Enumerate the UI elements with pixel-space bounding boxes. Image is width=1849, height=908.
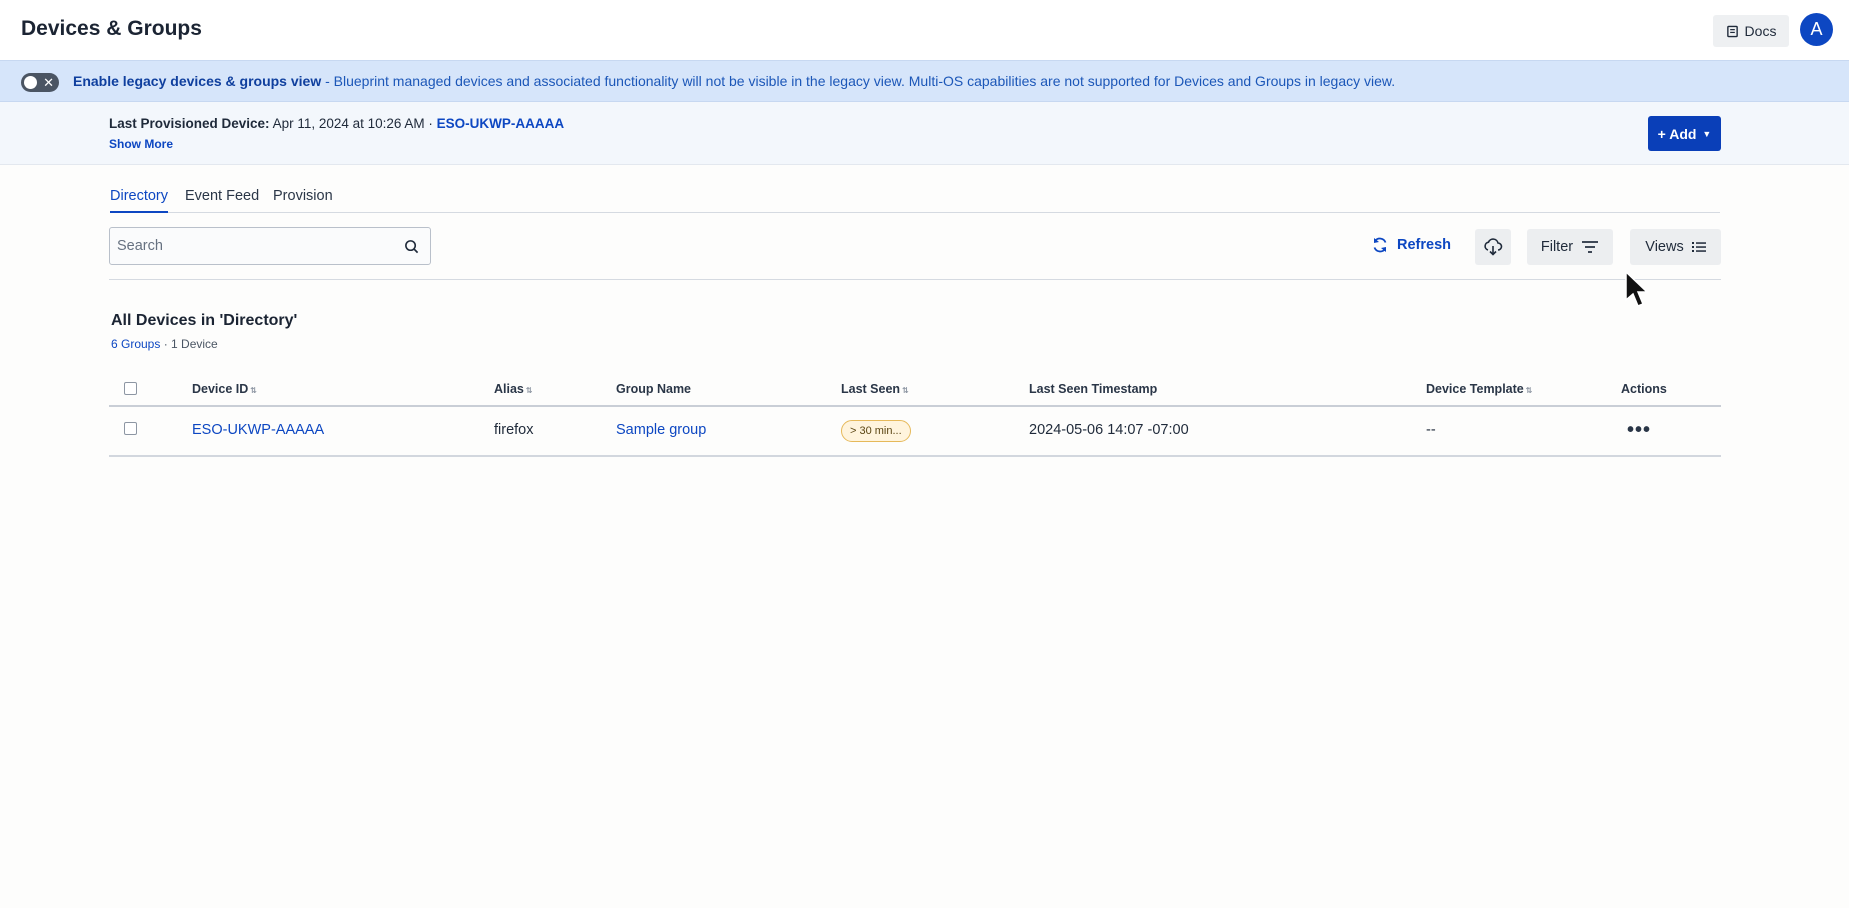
template-cell: -- [1426, 422, 1436, 438]
last-provisioned-date: Apr 11, 2024 at 10:26 AM · [269, 116, 437, 131]
alias-cell: firefox [494, 422, 534, 438]
toggle-knob [24, 76, 37, 89]
table-row: ESO-UKWP-AAAAA firefox Sample group > 30… [109, 407, 1721, 457]
add-button-label: + Add [1657, 125, 1697, 142]
banner-bold-text: Enable legacy devices & groups view [73, 73, 322, 89]
column-header-alias[interactable]: Alias ⇅ [494, 382, 533, 396]
timestamp-cell: 2024-05-06 14:07 -07:00 [1029, 422, 1189, 438]
sort-icon: ⇅ [525, 386, 533, 395]
device-count: 1 Device [171, 337, 218, 351]
last-provisioned-line: Last Provisioned Device: Apr 11, 2024 at… [109, 116, 564, 131]
search-input[interactable] [117, 238, 397, 254]
provision-bar: Last Provisioned Device: Apr 11, 2024 at… [0, 102, 1849, 165]
search-icon[interactable] [404, 239, 419, 254]
sort-icon: ⇅ [902, 386, 909, 395]
views-button[interactable]: Views [1630, 229, 1721, 265]
section-title: All Devices in 'Directory' [111, 312, 298, 329]
top-bar: Devices & Groups Docs A [0, 0, 1849, 60]
filter-label: Filter [1540, 239, 1574, 255]
groups-link[interactable]: 6 Groups [111, 337, 160, 351]
last-seen-badge: > 30 min... [841, 420, 911, 442]
refresh-button[interactable]: Refresh [1371, 236, 1451, 254]
book-icon [1726, 25, 1738, 37]
legacy-view-toggle[interactable]: ✕ [21, 73, 59, 92]
mouse-cursor-icon [1625, 270, 1648, 307]
column-header-group-name: Group Name [616, 382, 692, 396]
docs-button[interactable]: Docs [1713, 15, 1789, 47]
show-more-link[interactable]: Show More [109, 137, 173, 151]
refresh-icon [1373, 237, 1387, 253]
group-name-link[interactable]: Sample group [616, 422, 706, 438]
row-checkbox[interactable] [124, 422, 137, 435]
download-button[interactable] [1475, 229, 1511, 265]
toolbar-divider [109, 279, 1721, 280]
device-id-link[interactable]: ESO-UKWP-AAAAA [192, 422, 324, 438]
add-button[interactable]: + Add ▼ [1648, 116, 1721, 151]
filter-button[interactable]: Filter [1527, 229, 1613, 265]
cloud-download-icon [1484, 238, 1503, 256]
column-header-device-id[interactable]: Device ID ⇅ [192, 382, 257, 396]
views-label: Views [1645, 239, 1684, 255]
tab-event-feed[interactable]: Event Feed [185, 188, 259, 213]
last-provisioned-label: Last Provisioned Device: [109, 116, 270, 131]
banner-description: - Blueprint managed devices and associat… [321, 73, 1396, 89]
page-title: Devices & Groups [21, 17, 202, 40]
avatar[interactable]: A [1800, 13, 1833, 46]
devices-table: Device ID ⇅ Alias ⇅ Group Name Last Seen ⇅ … [109, 377, 1721, 457]
refresh-label: Refresh [1397, 237, 1451, 253]
docs-label: Docs [1744, 23, 1777, 39]
section-summary: 6 Groups · 1 Device [111, 337, 218, 351]
filter-icon [1582, 241, 1599, 253]
column-header-last-seen-timestamp: Last Seen Timestamp [1029, 382, 1158, 396]
column-header-actions: Actions [1621, 382, 1667, 396]
column-header-device-template[interactable]: Device Template ⇅ [1426, 382, 1532, 396]
legacy-view-banner: ✕ Enable legacy devices & groups view - … [0, 60, 1849, 102]
more-actions-icon[interactable]: ••• [1627, 419, 1651, 442]
summary-separator: · [160, 337, 172, 351]
column-header-last-seen[interactable]: Last Seen ⇅ [841, 382, 909, 396]
table-header: Device ID ⇅ Alias ⇅ Group Name Last Seen ⇅ … [109, 377, 1721, 407]
search-box [109, 227, 431, 265]
caret-down-icon: ▼ [1702, 128, 1712, 139]
tab-bar: Directory Event Feed Provision [110, 186, 1720, 213]
list-icon [1691, 242, 1706, 252]
sort-icon: ⇅ [1525, 386, 1533, 395]
tab-directory[interactable]: Directory [110, 188, 169, 213]
close-icon: ✕ [43, 75, 54, 90]
tab-provision[interactable]: Provision [273, 188, 333, 213]
select-all-checkbox[interactable] [124, 382, 137, 395]
sort-icon: ⇅ [250, 386, 257, 395]
banner-text: Enable legacy devices & groups view - Bl… [73, 73, 1395, 89]
last-provisioned-device-link[interactable]: ESO-UKWP-AAAAA [437, 116, 565, 131]
